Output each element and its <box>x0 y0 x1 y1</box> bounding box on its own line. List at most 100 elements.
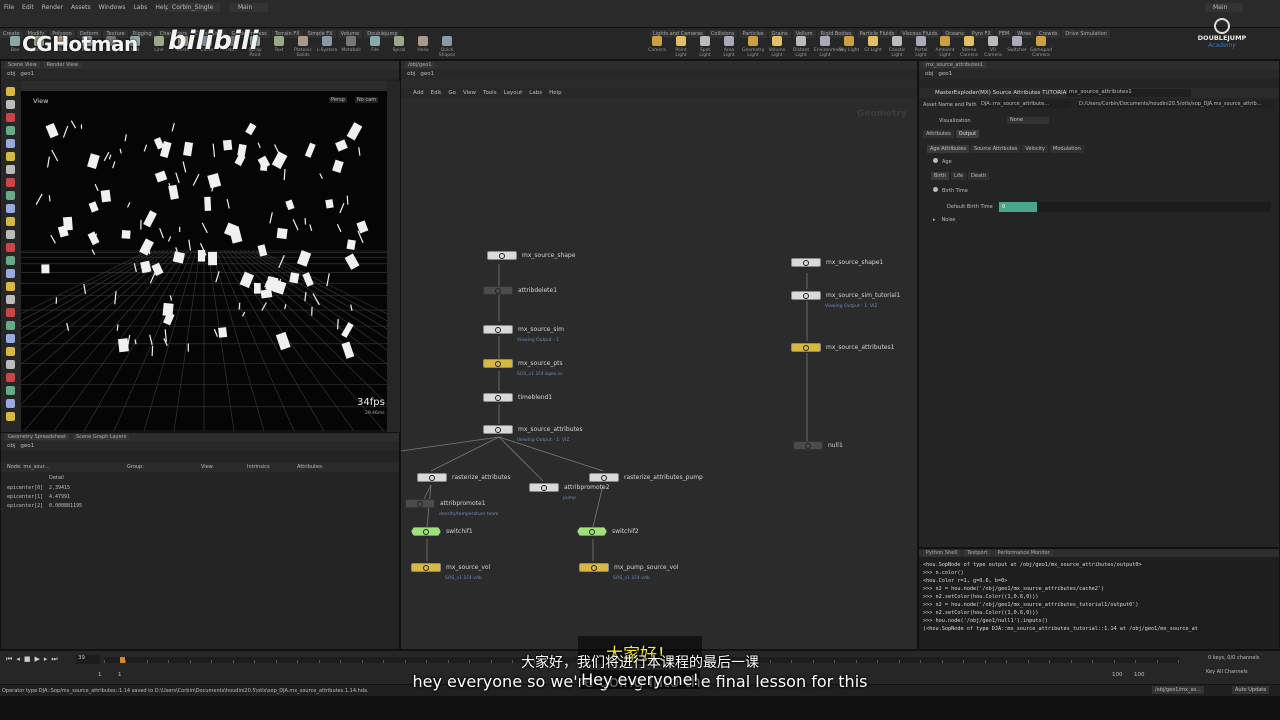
node-tile[interactable] <box>411 563 441 572</box>
node-name[interactable]: switchif2 <box>612 528 639 535</box>
shelf-tool[interactable]: Spot Light <box>694 36 716 58</box>
shelf-tool[interactable]: Environment Light <box>814 36 843 58</box>
viewport-tool-icon[interactable] <box>6 386 15 395</box>
shelf-tool[interactable]: Switcher <box>1006 36 1028 53</box>
viewport-tool-icon[interactable] <box>6 191 15 200</box>
viewport-tool-icon[interactable] <box>6 217 15 226</box>
asset-path-field[interactable]: D:/Users/Corbin/Documents/houdini20.5/ot… <box>1077 101 1273 108</box>
node-tile[interactable] <box>579 563 609 572</box>
path-geo1[interactable]: geo1 <box>20 71 34 77</box>
node-name[interactable]: null1 <box>828 442 843 449</box>
tab-python-shell[interactable]: Python Shell <box>923 550 961 556</box>
shelf-tool[interactable]: Helix <box>412 36 434 53</box>
network-node[interactable]: mx_source_pts <box>483 359 563 368</box>
node-name[interactable]: mx_source_shape <box>522 252 575 259</box>
network-node[interactable]: switchif1 <box>411 527 473 536</box>
network-node[interactable]: mx_source_sim_tutorial1 <box>791 291 900 300</box>
viewport-tool-icon[interactable] <box>6 126 15 135</box>
menu-assets[interactable]: Assets <box>71 4 91 11</box>
view-menu[interactable]: View <box>201 464 213 470</box>
node-tile[interactable] <box>483 359 513 368</box>
shelf-tool[interactable]: Metaball <box>340 36 362 53</box>
menu-help[interactable]: Help <box>155 4 169 11</box>
path-obj[interactable]: obj <box>925 71 933 77</box>
viewport[interactable]: View Persp No cam 34fps 29.46ms <box>21 91 387 431</box>
node-name[interactable]: mx_pump_source_vol <box>614 564 678 571</box>
viewport-tool-icon[interactable] <box>6 243 15 252</box>
network-node[interactable]: attribdelete1 <box>483 286 557 295</box>
persp-menu[interactable]: Persp <box>329 97 347 103</box>
shelf-tool[interactable]: Sky Light <box>838 36 860 53</box>
tab-birth[interactable]: Birth <box>931 172 950 180</box>
network-node[interactable]: timeblend1 <box>483 393 552 402</box>
node-name[interactable]: mx_source_attributes1 <box>826 344 894 351</box>
tab-death[interactable]: Death <box>968 172 990 180</box>
visualization-menu[interactable]: None <box>1007 117 1049 124</box>
node-name[interactable]: mx_source_sim <box>518 326 564 333</box>
viewport-tool-icon[interactable] <box>6 87 15 96</box>
network-node[interactable]: mx_source_shape <box>487 251 575 260</box>
tab-scene-graph-layers[interactable]: Scene Graph Layers <box>73 434 130 440</box>
network-node[interactable]: mx_source_shape1 <box>791 258 883 267</box>
tab-attributes[interactable]: Attributes <box>923 130 954 138</box>
node-name[interactable]: attribdelete1 <box>518 287 557 294</box>
menu-file[interactable]: File <box>4 4 14 11</box>
viewport-tool-icon[interactable] <box>6 321 15 330</box>
node-name[interactable]: mx_source_sim_tutorial1 <box>826 292 900 299</box>
node-tile[interactable] <box>483 286 513 295</box>
viewport-tool-icon[interactable] <box>6 165 15 174</box>
viewport-tool-icon[interactable] <box>6 399 15 408</box>
shelf-tool[interactable]: L-System <box>316 36 338 53</box>
shelf-tool[interactable]: Gamepad Camera <box>1030 36 1052 58</box>
node-tile[interactable] <box>417 473 447 482</box>
asset-name-field[interactable]: DJA::mx_source_attribute... <box>979 101 1071 108</box>
shelf-tool[interactable]: Portal Light <box>910 36 932 58</box>
network-node[interactable]: mx_source_vol <box>411 563 490 572</box>
path-geo1[interactable]: geo1 <box>938 71 952 77</box>
shelf-tool[interactable]: Spiral <box>388 36 410 53</box>
menu-labs[interactable]: Labs <box>133 4 147 11</box>
node-name[interactable]: timeblend1 <box>518 394 552 401</box>
network-node[interactable]: mx_source_attributes <box>483 425 583 434</box>
network-node[interactable]: attribpromote1 <box>405 499 486 508</box>
shelf-tool[interactable]: Volume Light <box>766 36 788 58</box>
shelf-tool[interactable]: Point Light <box>670 36 692 58</box>
shelf-tool[interactable]: VR Camera <box>982 36 1004 58</box>
shelf-tool[interactable]: Ambient Light <box>934 36 956 58</box>
node-name-field[interactable]: mx_source_attributes1 <box>1067 89 1191 97</box>
node-tile[interactable] <box>791 258 821 267</box>
viewport-tool-icon[interactable] <box>6 308 15 317</box>
intrinsics-menu[interactable]: Intrinsics <box>247 464 270 470</box>
viewport-tool-icon[interactable] <box>6 139 15 148</box>
attributes-filter[interactable]: Attributes: <box>297 464 323 470</box>
menu-render[interactable]: Render <box>42 4 63 11</box>
viewport-tool-icon[interactable] <box>6 360 15 369</box>
cam-menu[interactable]: No cam <box>355 97 379 103</box>
shelf-tool[interactable]: Platonic Solids <box>292 36 314 58</box>
viewport-tool-icon[interactable] <box>6 256 15 265</box>
node-tile[interactable] <box>589 473 619 482</box>
shelf-tool[interactable]: File <box>364 36 386 53</box>
network-node[interactable]: mx_source_attributes1 <box>791 343 894 352</box>
node-name[interactable]: attribpromote1 <box>440 500 486 507</box>
node-tile[interactable] <box>405 499 435 508</box>
node-name[interactable]: rasterize_attributes <box>452 474 511 481</box>
menu-windows[interactable]: Windows <box>99 4 126 11</box>
node-tile[interactable] <box>791 291 821 300</box>
node-tile[interactable] <box>577 527 607 536</box>
node-tile[interactable] <box>793 441 823 450</box>
viewport-tool-icon[interactable] <box>6 152 15 161</box>
network-node[interactable]: switchif2 <box>577 527 639 536</box>
tab-life[interactable]: Life <box>951 172 967 180</box>
desktop-selector[interactable]: Main <box>230 3 268 12</box>
node-tile[interactable] <box>487 251 517 260</box>
shelf-tool[interactable]: Geometry Light <box>742 36 764 58</box>
node-tile[interactable] <box>483 325 513 334</box>
desktop-selector-right[interactable]: Main <box>1205 3 1243 12</box>
shelf-tool[interactable]: Stereo Camera <box>958 36 980 58</box>
node-tile[interactable] <box>483 425 513 434</box>
shelf-tool[interactable]: Quick Shapes <box>436 36 458 58</box>
shelf-tool[interactable]: Caustic Light <box>886 36 908 58</box>
tab-output[interactable]: Output <box>955 130 980 138</box>
menu-edit[interactable]: Edit <box>22 4 34 11</box>
